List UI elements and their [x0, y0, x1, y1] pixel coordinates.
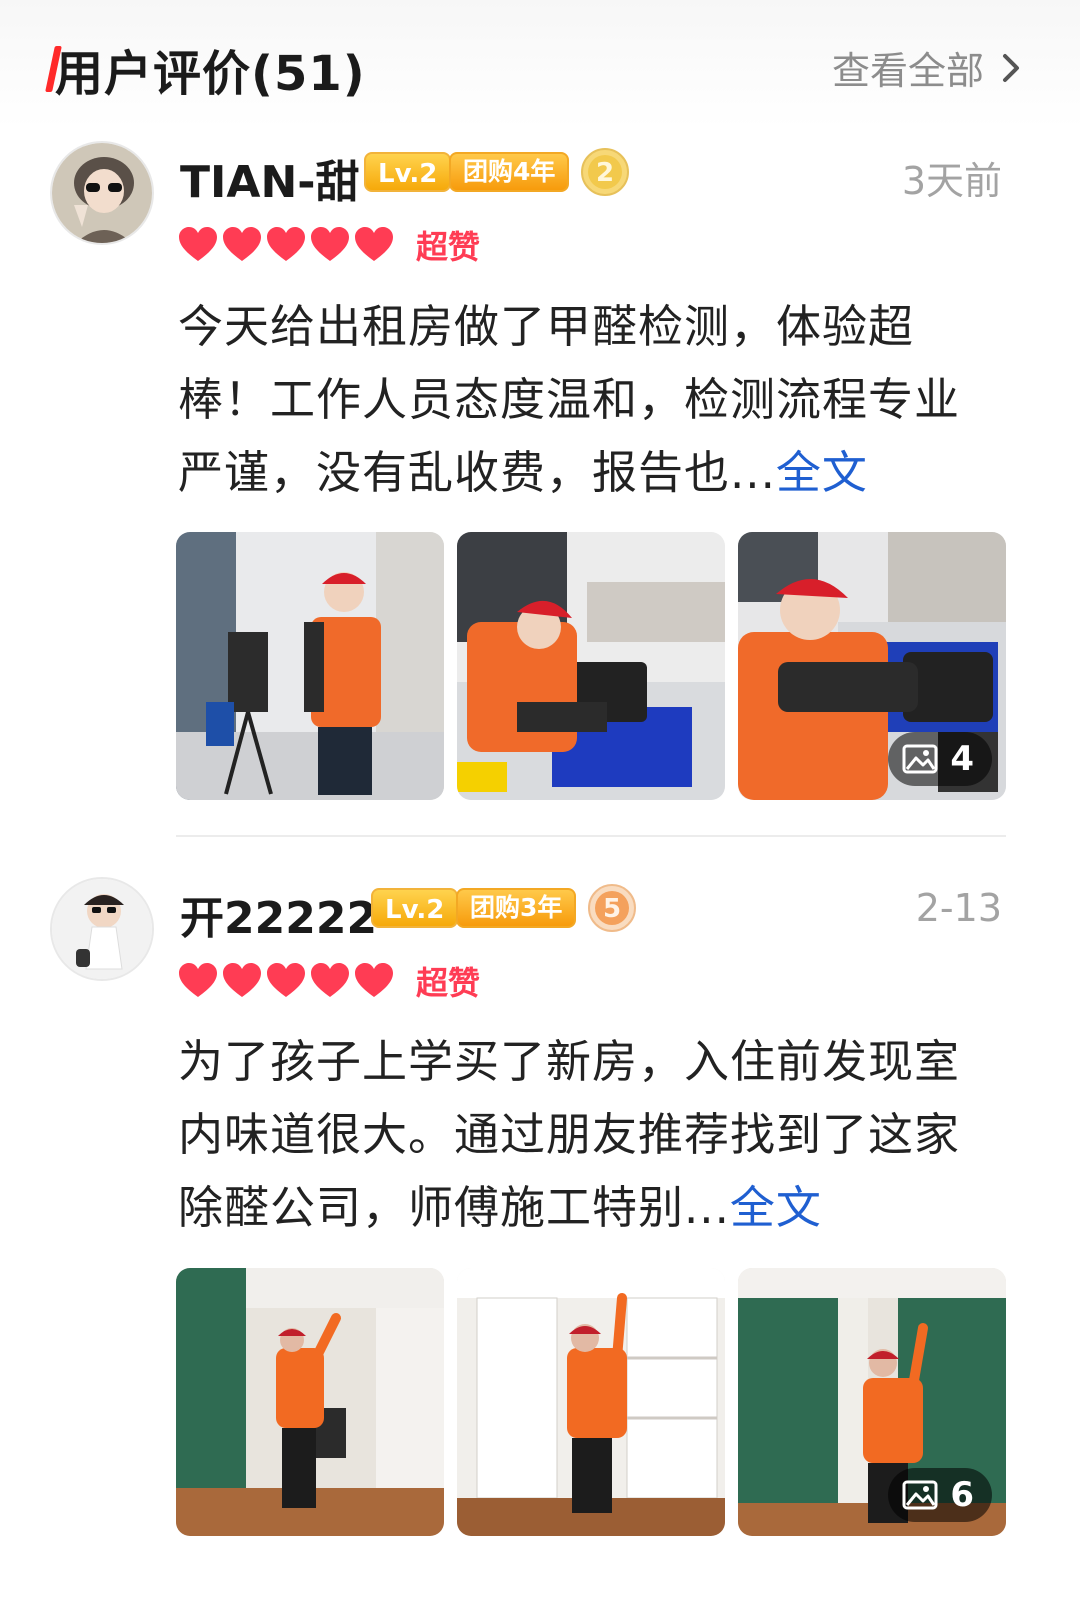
rating-label: 超赞: [416, 964, 481, 1002]
photo-count-badge[interactable]: 4: [888, 732, 992, 786]
review-text[interactable]: 为了孩子上学买了新房，入住前发现室内味道很大。通过朋友推荐找到了这家除醛公司，师…: [178, 1025, 998, 1244]
heart-icon: [179, 963, 217, 997]
image-gallery-icon: [902, 744, 938, 774]
username[interactable]: TIAN-甜: [180, 146, 360, 210]
heart-icon: [223, 963, 261, 997]
heart-icon: [355, 227, 393, 261]
svg-text:5: 5: [603, 894, 621, 924]
section-title: 用户评价(51): [55, 46, 366, 102]
see-all-label: 查看全部: [831, 49, 984, 93]
group-buy-badge: 团购3年: [456, 888, 577, 928]
review-photo[interactable]: [176, 1268, 444, 1536]
heart-icon: [179, 227, 217, 261]
review-time: 3天前: [901, 159, 1002, 203]
review-photo[interactable]: [457, 532, 725, 800]
photo-count: 6: [950, 1475, 974, 1515]
image-gallery-icon: [902, 1480, 938, 1510]
review-photo[interactable]: [457, 1268, 725, 1536]
heart-icon: [267, 227, 305, 261]
heart-icon: [311, 963, 349, 997]
read-more-link[interactable]: 全文: [730, 1181, 822, 1234]
review-text[interactable]: 今天给出租房做了甲醛检测，体验超棒！工作人员态度温和，检测流程专业严谨，没有乱收…: [178, 290, 998, 509]
level-badge: Lv.2: [371, 888, 459, 928]
avatar[interactable]: [50, 141, 154, 245]
rating-hearts: 超赞: [178, 958, 480, 1004]
heart-icon: [355, 963, 393, 997]
group-buy-badge: 团购4年: [449, 152, 570, 192]
section-title-wrap: 用户评价(51): [45, 34, 366, 104]
photo-grid: 4: [176, 532, 1006, 800]
medal-icon: 5: [588, 884, 636, 932]
rating-label: 超赞: [416, 228, 481, 266]
review-photo[interactable]: 6: [738, 1268, 1006, 1536]
photo-count: 4: [950, 739, 974, 779]
heart-icon: [267, 963, 305, 997]
photo-count-badge[interactable]: 6: [888, 1468, 992, 1522]
photo-grid: 6: [176, 1268, 1006, 1536]
review-text-body: 为了孩子上学买了新房，入住前发现室内味道很大。通过朋友推荐找到了这家除醛公司，师…: [178, 1035, 961, 1234]
heart-icon: [311, 227, 349, 261]
review-photo[interactable]: 4: [738, 532, 1006, 800]
level-badge: Lv.2: [364, 152, 452, 192]
see-all-link[interactable]: 查看全部: [832, 40, 1020, 95]
review-photo[interactable]: [176, 532, 444, 800]
reviews-header: 用户评价(51) 查看全部: [0, 0, 1080, 128]
chevron-right-icon: [1003, 53, 1019, 82]
rating-hearts: 超赞: [178, 222, 480, 268]
medal-icon: 2: [581, 148, 629, 196]
svg-text:2: 2: [596, 158, 614, 188]
review-time: 2-13: [915, 886, 1002, 930]
read-more-link[interactable]: 全文: [776, 446, 868, 499]
avatar[interactable]: [50, 877, 154, 981]
heart-icon: [223, 227, 261, 261]
review-divider: [176, 835, 1006, 837]
username[interactable]: 开22222: [180, 882, 377, 946]
